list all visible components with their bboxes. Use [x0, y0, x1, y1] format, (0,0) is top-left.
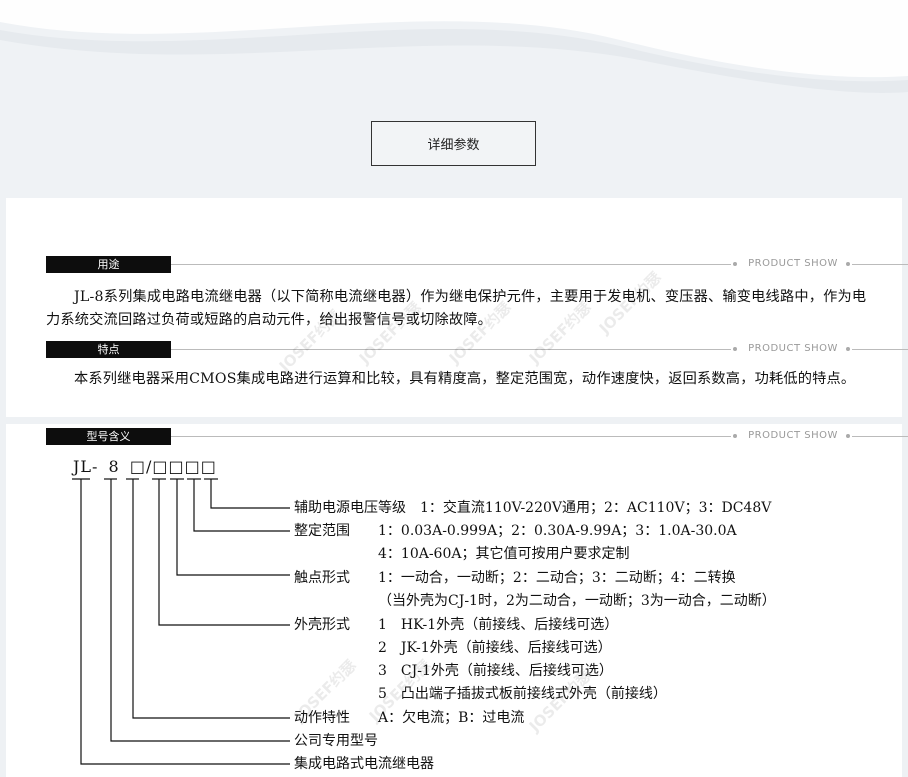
model-code: JL- 8 □/□□□□ — [73, 457, 217, 476]
product-show-label: PRODUCT SHOW — [748, 343, 838, 354]
diagram-item-housing-3: 3 CJ-1外壳（前接线、后接线可选） — [378, 663, 613, 679]
section-header-features: 特点 PRODUCT SHOW — [46, 341, 908, 358]
model-code-series: 8 — [108, 457, 120, 476]
features-paragraph: 本系列继电器采用CMOS集成电路进行运算和比较，具有精度高，整定范围宽，动作速度… — [74, 371, 856, 387]
diagram-item-action: 动作特性 A：欠电流；B：过电流 — [294, 709, 524, 727]
item-desc: 1：一动合，一动断；2：二动合；3：二动断；4：二转换 — [378, 570, 736, 586]
diagram-item-contact-form-2: （当外壳为CJ-1时，2为二动合，一动断；3为一动合，二动断） — [378, 593, 776, 609]
item-name: 动作特性 — [294, 710, 350, 726]
item-desc: 1 HK-1外壳（前接线、后接线可选） — [378, 617, 619, 633]
diagram-item-contact-form: 触点形式 1：一动合，一动断；2：二动合；3：二动断；4：二转换 — [294, 569, 736, 587]
section-tag-features: 特点 — [46, 341, 171, 358]
wave-decoration — [0, 0, 908, 93]
item-desc: 1：交直流110V-220V通用；2：AC110V；3：DC48V — [420, 500, 772, 516]
header-rule — [852, 436, 908, 437]
product-show-label: PRODUCT SHOW — [748, 430, 838, 441]
model-code-boxes: □/□□□□ — [129, 457, 217, 476]
diagram-item-relay-type: 集成电路式电流继电器 — [294, 756, 434, 772]
header-rule — [852, 264, 908, 265]
diagram-item-housing: 外壳形式 1 HK-1外壳（前接线、后接线可选） — [294, 616, 618, 634]
item-name: 辅助电源电压等级 — [294, 500, 406, 516]
item-name: 外壳形式 — [294, 617, 350, 633]
diagram-item-company-model: 公司专用型号 — [294, 733, 378, 749]
section-tag-model: 型号含义 — [46, 428, 171, 445]
item-desc: 1：0.03A-0.999A；2：0.30A-9.99A；3：1.0A-30.0… — [378, 523, 737, 539]
header-rule — [852, 349, 908, 350]
section-header-model: 型号含义 PRODUCT SHOW — [46, 428, 908, 445]
rule-dot — [846, 262, 850, 266]
rule-dot — [846, 347, 850, 351]
section-header-usage: 用途 PRODUCT SHOW — [46, 256, 908, 273]
hero-banner — [0, 0, 908, 200]
diagram-item-housing-4: 5 凸出端子插拔式板前接线式外壳（前接线） — [378, 686, 667, 702]
header-rule — [171, 436, 731, 437]
item-desc: A：欠电流；B：过电流 — [378, 710, 525, 726]
diagram-item-setting-range: 整定范围 1：0.03A-0.999A；2：0.30A-9.99A；3：1.0A-… — [294, 522, 737, 540]
header-rule — [171, 264, 731, 265]
item-name: 触点形式 — [294, 570, 350, 586]
detail-params-button[interactable]: 详细参数 — [371, 121, 536, 166]
rule-dot — [846, 434, 850, 438]
diagram-item-housing-2: 2 JK-1外壳（前接线、后接线可选） — [378, 640, 612, 656]
usage-paragraph: JL-8系列集成电路电流继电器（以下简称电流继电器）作为继电保护元件，主要用于发… — [46, 289, 867, 328]
section-tag-usage: 用途 — [46, 256, 171, 273]
model-code-prefix: JL- — [73, 457, 99, 476]
product-show-label: PRODUCT SHOW — [748, 258, 838, 269]
section-divider — [6, 417, 902, 424]
header-rule — [171, 349, 731, 350]
diagram-item-setting-range-2: 4：10A-60A；其它值可按用户要求定制 — [378, 546, 630, 562]
item-name: 整定范围 — [294, 523, 350, 539]
diagram-item-aux-power: 辅助电源电压等级 1：交直流110V-220V通用；2：AC110V；3：DC48… — [294, 499, 771, 517]
